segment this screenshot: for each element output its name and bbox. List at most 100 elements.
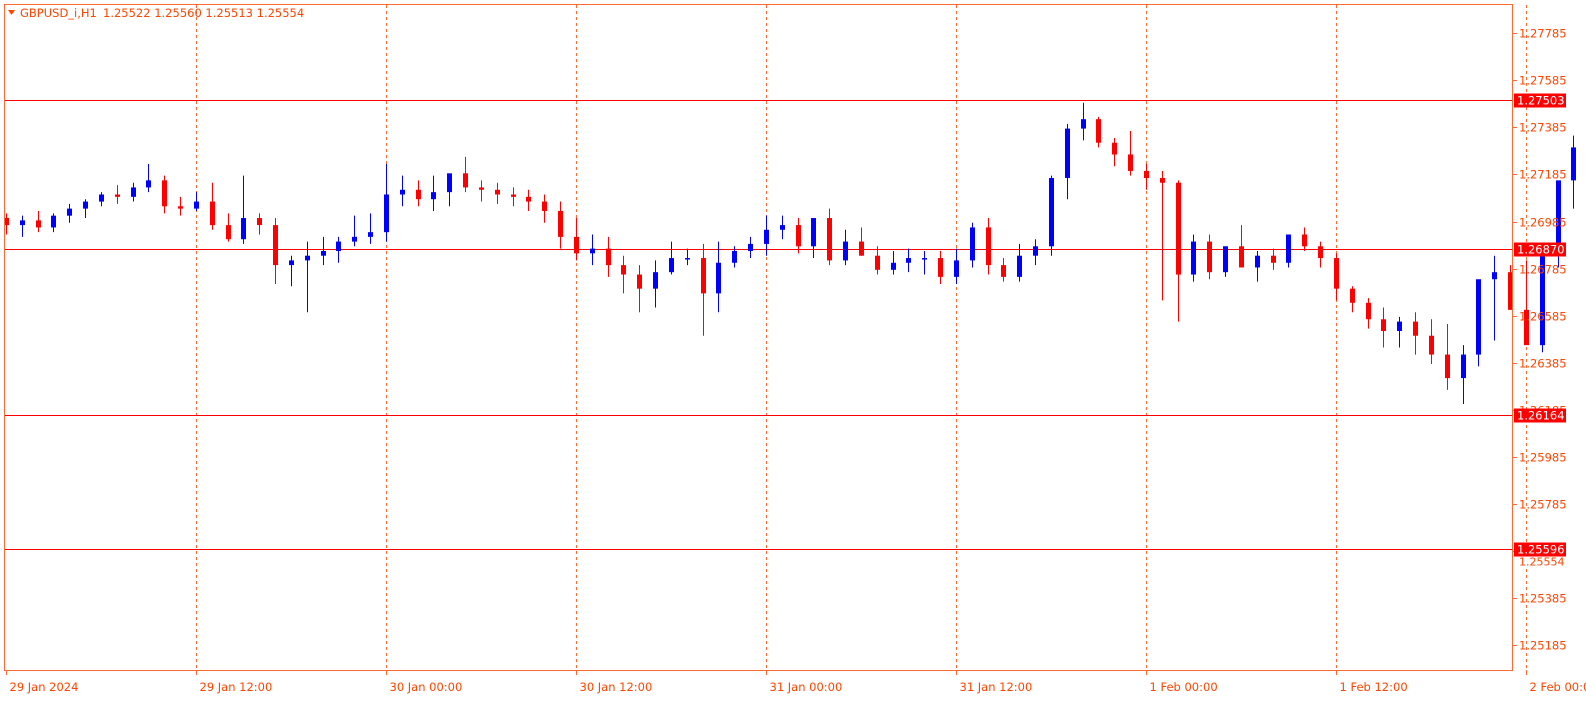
candle-body — [400, 190, 405, 195]
candle-body — [1255, 256, 1260, 268]
time-tick-label: 30 Jan 00:00 — [390, 680, 463, 694]
candle-body — [1128, 154, 1133, 170]
candle-body — [305, 256, 310, 261]
price-tick-label: 1.27585 — [1519, 74, 1567, 88]
candle-body — [732, 251, 737, 263]
candle-body — [210, 202, 215, 226]
chart-background — [0, 0, 1586, 708]
candle-body — [685, 258, 690, 260]
candle-body — [590, 249, 595, 254]
time-tick-label: 29 Jan 2024 — [10, 680, 79, 694]
candle-body — [875, 256, 880, 270]
level-price-label: 1.26870 — [1517, 243, 1565, 257]
price-tick-label: 1.26785 — [1519, 263, 1567, 277]
candle-body — [859, 242, 864, 256]
candle-body — [542, 202, 547, 211]
candle-body — [1366, 303, 1371, 319]
candle-body — [463, 173, 468, 187]
time-tick-label: 2 Feb 00:00 — [1530, 680, 1586, 694]
candle-body — [1397, 322, 1402, 331]
time-tick-label: 31 Jan 12:00 — [960, 680, 1033, 694]
candle-body — [36, 220, 41, 227]
candle-body — [384, 194, 389, 232]
level-price-label: 1.27503 — [1517, 94, 1565, 108]
price-tick-label: 1.26985 — [1519, 216, 1567, 230]
candle-body — [970, 227, 975, 260]
price-chart[interactable]: 1.277851.275851.273851.271851.269851.267… — [0, 0, 1586, 708]
candle-body — [780, 225, 785, 230]
candle-body — [922, 258, 927, 260]
price-tick-label: 1.26385 — [1519, 357, 1567, 371]
candle-body — [637, 275, 642, 289]
candle-body — [1476, 279, 1481, 354]
candle — [1476, 279, 1481, 366]
candle-body — [1302, 235, 1307, 247]
price-tick-label: 1.25985 — [1519, 451, 1567, 465]
candle-body — [1445, 355, 1450, 379]
candle-body — [1318, 246, 1323, 258]
candle-body — [83, 202, 88, 209]
candle-body — [606, 249, 611, 265]
candle-body — [1160, 178, 1165, 183]
candle-body — [1207, 242, 1212, 273]
candle-body — [162, 180, 167, 206]
current-price-label: 1.25554 — [1519, 556, 1565, 569]
candle-body — [178, 206, 183, 208]
candle-body — [226, 225, 231, 239]
candle-body — [1144, 171, 1149, 178]
candle-body — [1191, 242, 1196, 275]
time-tick-label: 1 Feb 12:00 — [1340, 680, 1408, 694]
candle-body — [526, 197, 531, 202]
candle-body — [621, 265, 626, 274]
candle-body — [1033, 246, 1038, 255]
chart-window[interactable]: 1.277851.275851.273851.271851.269851.267… — [0, 0, 1586, 708]
candle-body — [938, 258, 943, 277]
price-tick-label: 1.25785 — [1519, 498, 1567, 512]
price-tick-label: 1.26585 — [1519, 310, 1567, 324]
candle-body — [1081, 119, 1086, 128]
candle-body — [368, 232, 373, 237]
candle-body — [1001, 265, 1006, 277]
candle-body — [1461, 355, 1466, 379]
level-price-label: 1.26164 — [1517, 409, 1565, 423]
candle-body — [954, 260, 959, 276]
candle-body — [194, 202, 199, 209]
candle-body — [1239, 246, 1244, 267]
candle-body — [1271, 256, 1276, 263]
candle-body — [447, 173, 452, 192]
candle-body — [1017, 256, 1022, 277]
level-price-label: 1.25596 — [1517, 543, 1565, 557]
price-tick-label: 1.27385 — [1519, 121, 1567, 135]
candle-body — [1286, 235, 1291, 263]
candle-body — [701, 258, 706, 293]
time-tick-label: 1 Feb 00:00 — [1150, 680, 1218, 694]
candle-body — [1334, 258, 1339, 289]
candle-body — [146, 180, 151, 187]
candle-body — [1571, 147, 1576, 180]
candle-body — [115, 194, 120, 196]
candle-body — [716, 263, 721, 294]
price-tick-label: 1.25185 — [1519, 639, 1567, 653]
candle-body — [1492, 272, 1497, 279]
candle-body — [906, 258, 911, 263]
candle — [1191, 235, 1196, 282]
candle-body — [653, 272, 658, 288]
candle-body — [1096, 119, 1101, 143]
candle-body — [574, 237, 579, 253]
candle-body — [986, 227, 991, 265]
time-tick-label: 29 Jan 12:00 — [200, 680, 273, 694]
price-tick-label: 1.27785 — [1519, 27, 1567, 41]
candle-body — [1112, 143, 1117, 155]
candle-body — [1223, 246, 1228, 272]
candle-body — [748, 244, 753, 251]
ohlc-readout: 1.25522 1.25560 1.25513 1.25554 — [103, 6, 304, 20]
candle-body — [796, 225, 801, 246]
candle-body — [669, 258, 674, 272]
candle-body — [1381, 319, 1386, 331]
candle-body — [416, 190, 421, 199]
candle-body — [511, 194, 516, 196]
candle-body — [1065, 129, 1070, 178]
candle-body — [558, 211, 563, 237]
candle-body — [827, 218, 832, 260]
candle — [1049, 176, 1054, 256]
